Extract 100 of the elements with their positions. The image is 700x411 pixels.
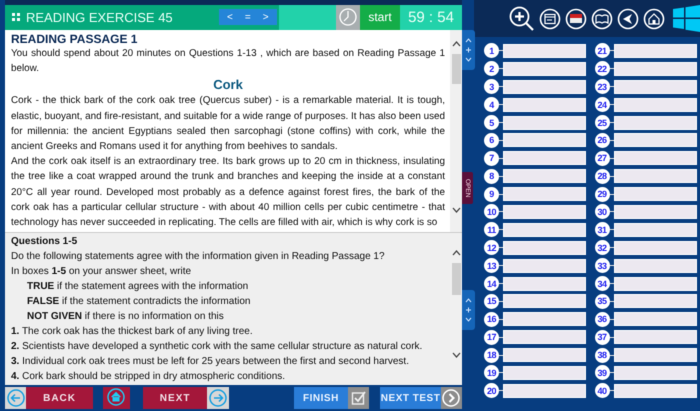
nav-button[interactable]: >	[260, 12, 271, 23]
answer-field[interactable]	[614, 222, 696, 237]
question-number: 16	[484, 312, 499, 327]
answer-field[interactable]	[614, 187, 696, 202]
answer-field[interactable]	[614, 44, 696, 58]
windows-logo-icon[interactable]	[673, 5, 700, 32]
question-number: 19	[484, 365, 499, 380]
scrollbar-thumb[interactable]	[452, 54, 460, 84]
question-text: 1. The cork oak has the thickest bark of any living tree.	[11, 325, 254, 340]
question-number: 24	[594, 97, 610, 112]
answer-field[interactable]	[503, 98, 586, 112]
up-plus-down-icon[interactable]	[465, 297, 472, 323]
flag-icon[interactable]	[565, 8, 587, 30]
answer-field[interactable]	[503, 133, 586, 148]
answer-field[interactable]	[503, 276, 586, 291]
up-plus-down-icon[interactable]	[465, 37, 472, 63]
question-text: In boxes 1-5 on your answer sheet, write	[11, 265, 192, 280]
answer-field[interactable]	[614, 80, 696, 94]
answer-option-text: FALSE if the statement contradicts the information	[26, 295, 252, 310]
answer-field[interactable]	[614, 204, 696, 219]
answer-field[interactable]	[503, 204, 586, 219]
scroll-control-tab[interactable]	[462, 30, 475, 70]
zoom-in-icon[interactable]	[509, 6, 535, 32]
answer-field[interactable]	[614, 133, 696, 148]
answer-field[interactable]	[503, 312, 586, 326]
answer-field[interactable]	[503, 294, 586, 308]
question-number: 5	[484, 115, 499, 130]
answer-field[interactable]	[614, 98, 696, 112]
scrollbar-thumb[interactable]	[452, 263, 460, 296]
question-number: 38	[594, 348, 610, 363]
answer-field[interactable]	[503, 330, 586, 344]
checkbox-icon[interactable]	[348, 387, 370, 410]
back-button[interactable]: BACK	[26, 387, 93, 410]
answer-field[interactable]	[503, 80, 586, 94]
notepad-icon[interactable]	[539, 8, 561, 30]
answer-field[interactable]	[503, 240, 586, 255]
answer-field[interactable]	[503, 222, 586, 237]
answer-field[interactable]	[503, 169, 586, 184]
countdown-timer: 59 : 54	[407, 8, 455, 26]
answer-field[interactable]	[614, 330, 696, 344]
answer-field[interactable]	[614, 151, 696, 166]
passage-paragraph: And the cork oak itself is an extraordinary tree. Its bark grows up to 20 cm in thickness, insulating the tree like a coat wrapped around the trunk and branches and keeping the inside at a constant 20°C all year round. Developed most probably as a defence against forest fires, the bark of the cork oak has a particular cellular structure - with about 40 million cells per cubic centimetre - that technology has never succeeded in replicating. The cells are filled with air, which is why cork is so	[11, 155, 445, 230]
scroll-up-icon[interactable]	[452, 40, 460, 47]
question-number: 3	[484, 79, 499, 94]
answer-field[interactable]	[503, 116, 586, 130]
answer-field[interactable]	[503, 62, 586, 76]
question-number: 14	[484, 276, 499, 292]
question-number: 12	[484, 240, 499, 256]
answer-field[interactable]	[614, 240, 696, 255]
chevron-right-icon[interactable]	[440, 387, 462, 410]
exercise-title: READING EXERCISE 45	[26, 10, 174, 25]
answer-field[interactable]	[614, 169, 696, 184]
scrollbar[interactable]	[450, 30, 462, 232]
answer-field[interactable]	[503, 44, 586, 58]
home-button[interactable]	[102, 387, 130, 410]
question-number: 23	[594, 79, 610, 94]
question-number: 31	[594, 222, 610, 238]
finish-button[interactable]: FINISH	[294, 387, 348, 410]
answer-field[interactable]	[503, 366, 586, 380]
answer-field[interactable]	[614, 312, 696, 326]
back-arrow-icon[interactable]	[5, 387, 26, 410]
next-arrow-icon[interactable]	[207, 387, 229, 410]
answer-field[interactable]	[614, 366, 696, 380]
answer-field[interactable]	[614, 384, 696, 398]
question-number: 8	[484, 168, 499, 184]
passage-heading: READING PASSAGE 1	[11, 32, 138, 46]
answer-field[interactable]	[503, 348, 586, 362]
question-text: Do the following statements agree with the information given in Reading Passage 1?	[11, 250, 386, 264]
answer-field[interactable]	[614, 62, 696, 76]
question-number: 37	[594, 330, 610, 345]
next-button[interactable]: NEXT	[142, 387, 208, 410]
nav-button[interactable]: <	[225, 12, 235, 23]
scroll-down-icon[interactable]	[452, 207, 460, 214]
answer-field[interactable]	[614, 276, 696, 291]
answer-field[interactable]	[503, 187, 586, 202]
answer-field[interactable]	[503, 151, 586, 166]
question-number: 32	[594, 240, 610, 256]
question-number: 10	[484, 204, 499, 220]
next-test-button[interactable]: NEXT TEST	[380, 387, 441, 410]
scroll-up-icon[interactable]	[452, 250, 460, 256]
question-number: 33	[594, 258, 610, 274]
answer-field[interactable]	[614, 348, 696, 362]
answer-field[interactable]	[614, 116, 696, 130]
question-number: 22	[594, 61, 610, 76]
question-number: 34	[594, 276, 610, 292]
answer-field[interactable]	[503, 384, 586, 398]
question-number: 30	[594, 204, 610, 220]
scroll-control-tab[interactable]	[462, 290, 475, 330]
answer-field[interactable]	[503, 258, 586, 273]
answer-field[interactable]	[614, 258, 696, 273]
question-number: 1	[484, 43, 499, 58]
question-number: 28	[594, 168, 610, 184]
home-icon[interactable]	[643, 8, 665, 30]
scroll-down-icon[interactable]	[452, 352, 460, 358]
answer-field[interactable]	[614, 294, 696, 308]
start-button[interactable]: start	[360, 4, 400, 30]
nav-button[interactable]: =	[242, 12, 253, 23]
question-number: 21	[594, 43, 610, 58]
passage-paragraph: Cork - the thick bark of the cork oak tree (Quercus suber) - is a remarkable material. It is tough, elastic, buoyant, and fire-resistant, and suitable for a wide range of purposes. It has also been used for millennia: the ancient Egyptians sealed then sarcophagi (stone coffins) with cork, while the ancient Greeks and Romans used it for anything from beehives to sandals.	[11, 94, 445, 154]
book-icon[interactable]	[591, 8, 613, 30]
